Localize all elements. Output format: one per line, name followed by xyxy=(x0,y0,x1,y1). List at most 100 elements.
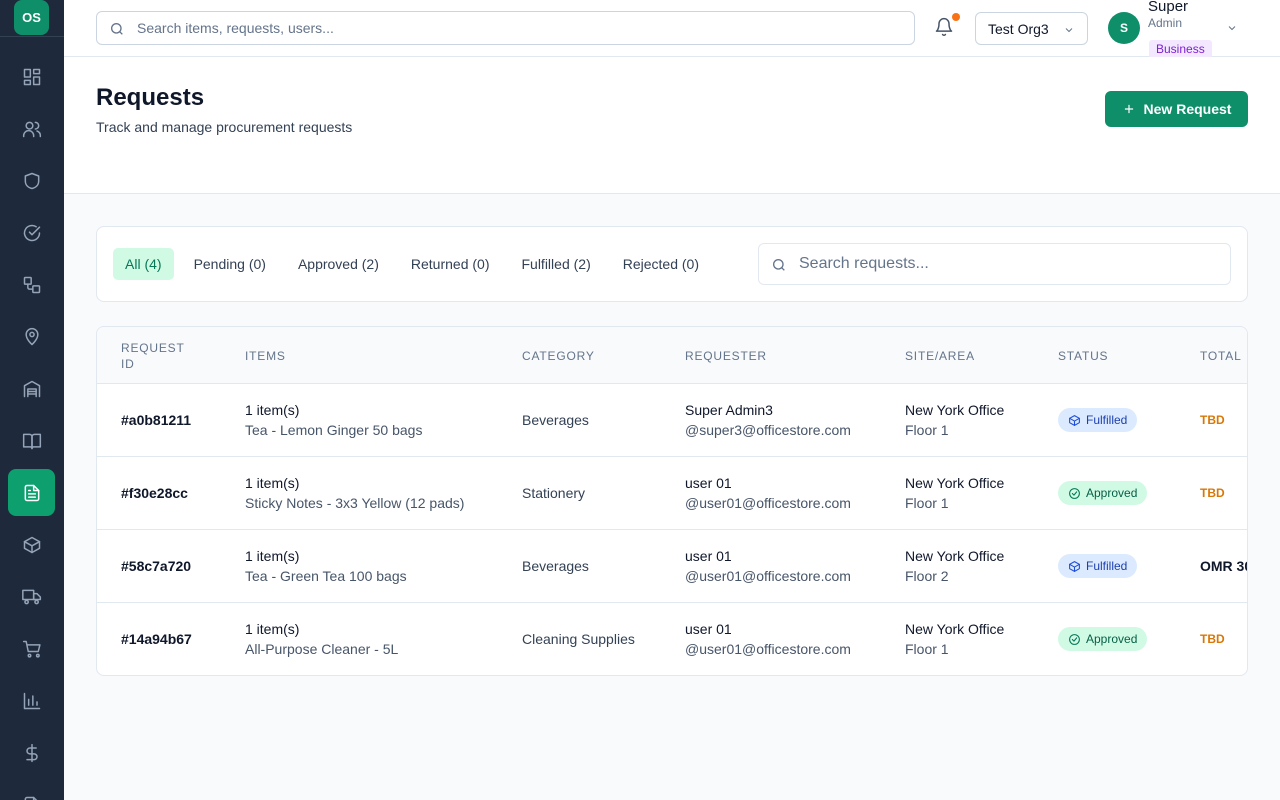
org-selector-label: Test Org3 xyxy=(988,20,1049,37)
item-count: 1 item(s) xyxy=(245,621,300,637)
chevron-down-icon xyxy=(1065,28,1073,33)
requester-name: Super Admin3 xyxy=(685,402,773,418)
sidebar-item-deliveries[interactable] xyxy=(8,573,55,620)
table-row[interactable]: #a0b81211 1 item(s) Tea - Lemon Ginger 50… xyxy=(97,384,1247,457)
page-title: Requests xyxy=(96,84,205,111)
sidebar-item-orders[interactable] xyxy=(8,625,55,672)
status-label: Fulfilled xyxy=(1086,413,1128,427)
sidebar-item-requests[interactable] xyxy=(8,469,55,516)
global-search[interactable] xyxy=(96,11,915,45)
request-id[interactable]: #14a94b67 xyxy=(121,631,192,647)
category: Beverages xyxy=(522,412,589,428)
app-logo[interactable]: OS xyxy=(14,0,49,35)
user-menu-chevron-icon[interactable] xyxy=(1226,22,1238,34)
package-icon xyxy=(1069,414,1080,426)
check-circle-icon xyxy=(23,224,40,241)
table-row[interactable]: #14a94b67 1 item(s) All-Purpose Cleaner -… xyxy=(97,603,1247,675)
item-name: Sticky Notes - 3x3 Yellow (12 pads) xyxy=(245,495,465,511)
request-search-input[interactable] xyxy=(799,244,1219,284)
column-header-total[interactable]: Total xyxy=(1200,327,1242,384)
tab-all[interactable]: All (4) xyxy=(113,248,174,280)
item-count: 1 item(s) xyxy=(245,475,300,491)
table-row[interactable]: #f30e28cc 1 item(s) Sticky Notes - 3x3 Ye… xyxy=(97,457,1247,530)
shield-icon xyxy=(24,172,39,189)
plus-icon xyxy=(1124,104,1133,114)
sidebar-item-workflow[interactable] xyxy=(8,261,55,308)
user-name[interactable]: Super xyxy=(1148,0,1188,15)
avatar[interactable]: S xyxy=(1108,12,1140,44)
category: Beverages xyxy=(522,558,589,574)
status-label: Approved xyxy=(1086,632,1138,646)
area-name: Floor 1 xyxy=(905,422,949,438)
global-search-input[interactable] xyxy=(137,12,897,44)
sidebar-item-finance[interactable] xyxy=(8,729,55,776)
requester-name: user 01 xyxy=(685,621,732,637)
request-search[interactable] xyxy=(758,243,1231,285)
column-header-category[interactable]: Category xyxy=(522,327,595,384)
tab-approved[interactable]: Approved (2) xyxy=(286,248,391,280)
book-icon xyxy=(22,433,41,449)
item-name: All-Purpose Cleaner - 5L xyxy=(245,641,399,657)
item-name: Tea - Green Tea 100 bags xyxy=(245,568,407,584)
status-label: Approved xyxy=(1086,486,1138,500)
column-header-request-id[interactable]: Request ID xyxy=(121,327,201,384)
sidebar-item-locations[interactable] xyxy=(8,313,55,360)
column-header-status[interactable]: Status xyxy=(1058,327,1108,384)
sidebar-item-security[interactable] xyxy=(8,157,55,204)
check-circle-icon xyxy=(1069,633,1080,645)
sidebar-item-documents[interactable] xyxy=(8,781,55,800)
sidebar-item-inventory[interactable] xyxy=(8,521,55,568)
file-text-icon xyxy=(24,484,39,501)
total-value: TBD xyxy=(1200,632,1225,646)
sidebar-item-approvals[interactable] xyxy=(8,209,55,256)
document-icon xyxy=(24,796,38,800)
requester-name: user 01 xyxy=(685,548,732,564)
total-value: TBD xyxy=(1200,413,1225,427)
status-label: Fulfilled xyxy=(1086,559,1128,573)
sidebar: OS xyxy=(0,0,64,800)
status-badge: Approved xyxy=(1058,481,1148,505)
site-name: New York Office xyxy=(905,402,1005,418)
sidebar-divider xyxy=(0,36,64,37)
tab-fulfilled[interactable]: Fulfilled (2) xyxy=(509,248,602,280)
notification-dot xyxy=(952,13,960,21)
request-id[interactable]: #58c7a720 xyxy=(121,558,191,574)
users-icon xyxy=(22,121,41,137)
tab-pending[interactable]: Pending (0) xyxy=(182,248,278,280)
site-name: New York Office xyxy=(905,548,1005,564)
column-header-site-area[interactable]: Site/Area xyxy=(905,327,975,384)
request-id[interactable]: #a0b81211 xyxy=(121,412,191,428)
org-selector[interactable]: Test Org3 xyxy=(975,12,1088,45)
column-header-items[interactable]: Items xyxy=(245,327,286,384)
dollar-icon xyxy=(25,743,38,762)
requester-email: @user01@officestore.com xyxy=(685,641,851,657)
requests-table: Request ID Items Category Requester Site… xyxy=(96,326,1248,676)
requester-email: @user01@officestore.com xyxy=(685,568,851,584)
building-icon xyxy=(23,380,40,397)
page-subtitle: Track and manage procurement requests xyxy=(96,119,353,135)
sidebar-item-users[interactable] xyxy=(8,105,55,152)
sidebar-item-dashboard[interactable] xyxy=(8,53,55,100)
table-row[interactable]: #58c7a720 1 item(s) Tea - Green Tea 100 b… xyxy=(97,530,1247,603)
tab-rejected[interactable]: Rejected (0) xyxy=(611,248,711,280)
sidebar-item-catalog[interactable] xyxy=(8,417,55,464)
notifications-button[interactable] xyxy=(934,17,956,39)
bell-icon xyxy=(935,17,953,37)
category: Cleaning Supplies xyxy=(522,631,635,647)
request-id[interactable]: #f30e28cc xyxy=(121,485,188,501)
search-icon xyxy=(773,259,785,271)
bar-chart-icon xyxy=(23,692,40,709)
top-bar: Test Org3 S Super Admin Business xyxy=(64,0,1280,58)
column-header-requester[interactable]: Requester xyxy=(685,327,767,384)
new-request-button[interactable]: New Request xyxy=(1105,91,1248,127)
tab-returned[interactable]: Returned (0) xyxy=(399,248,502,280)
user-role: Admin xyxy=(1148,16,1183,30)
sidebar-item-reports[interactable] xyxy=(8,677,55,724)
status-badge: Fulfilled xyxy=(1058,408,1138,432)
area-name: Floor 2 xyxy=(905,568,949,584)
total-value: OMR 30 xyxy=(1200,558,1248,574)
search-icon xyxy=(111,23,123,35)
requester-email: @super3@officestore.com xyxy=(685,422,851,438)
site-name: New York Office xyxy=(905,621,1005,637)
sidebar-item-warehouse[interactable] xyxy=(8,365,55,412)
